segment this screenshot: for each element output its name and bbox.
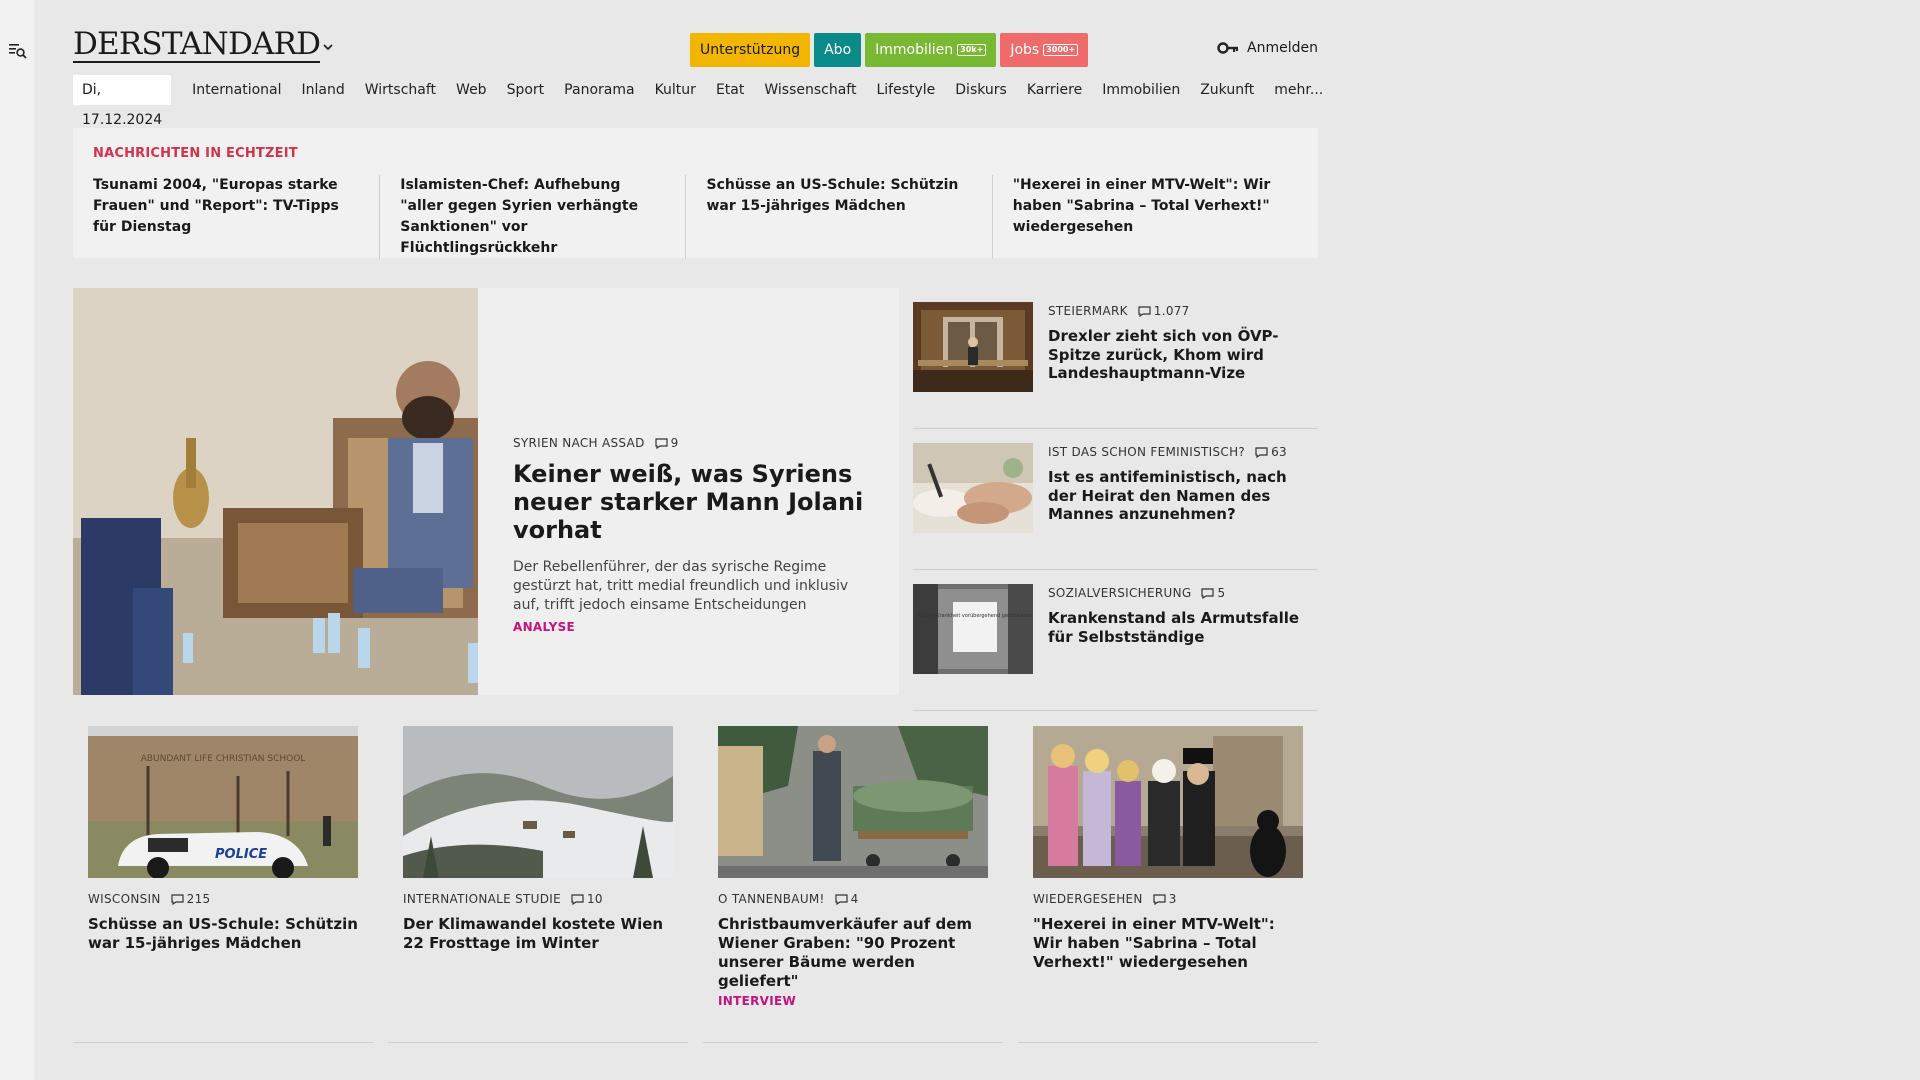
teaser-card[interactable]: WIEDERGESEHEN 3 "Hexerei in einer MTV-We… (1018, 715, 1318, 1045)
login-button[interactable]: Anmelden (1217, 40, 1318, 56)
comment-count: 5 (1201, 586, 1225, 600)
article-title[interactable]: Schüsse an US-Schule: Schützin war 15-jä… (88, 915, 358, 953)
article-title[interactable]: Drexler zieht sich von ÖVP-Spitze zurück… (1048, 327, 1318, 383)
comment-icon (1138, 305, 1151, 317)
article-description: Der Rebellenführer, der das syrische Reg… (513, 559, 849, 613)
sick-sign-text: Wegen Krankheit vorübergehend geschlosse… (918, 613, 1033, 619)
ticker-title: NACHRICHTEN IN ECHTZEIT (93, 146, 298, 161)
article-title[interactable]: Keiner weiß, was Syriens neuer starker M… (513, 460, 868, 544)
article-tag: ANALYSE (513, 620, 576, 634)
comment-icon (571, 893, 584, 905)
list-item[interactable]: STEIERMARK 1.077 Drexler zieht sich von … (913, 288, 1318, 429)
search-menu-icon[interactable] (9, 43, 27, 59)
header-buttons: Unterstützung Abo Immobilien 30k+ Jobs 300… (690, 33, 1089, 67)
ticker-item[interactable]: Islamisten-Chef: Aufhebung "aller gegen … (379, 175, 685, 259)
ticker-item[interactable]: Schüsse an US-Schule: Schützin war 15-jä… (685, 175, 991, 259)
jobs-badge: 3000+ (1043, 44, 1079, 56)
article-kicker: WISCONSIN 215 (88, 892, 211, 906)
comment-count: 9 (655, 436, 679, 450)
comment-icon (655, 437, 668, 449)
comment-count: 3 (1153, 892, 1177, 906)
real-estate-button[interactable]: Immobilien 30k+ (865, 33, 997, 67)
chevron-down-icon[interactable] (321, 42, 335, 52)
nav-item-inland[interactable]: Inland (292, 75, 355, 105)
article-thumbnail (1033, 726, 1303, 878)
article-thumbnail (913, 443, 1033, 533)
divider (73, 1042, 373, 1043)
list-item[interactable]: Wegen Krankheit vorübergehend geschlosse… (913, 570, 1318, 711)
article-kicker: O TANNENBAUM! 4 (718, 892, 859, 906)
nav-item-zukunft[interactable]: Zukunft (1190, 75, 1264, 105)
nav-item-karriere[interactable]: Karriere (1017, 75, 1092, 105)
nav-item-more[interactable]: mehr... (1264, 75, 1333, 105)
article-tag: INTERVIEW (718, 994, 797, 1008)
comment-count: 63 (1255, 445, 1287, 459)
article-kicker: WIEDERGESEHEN 3 (1033, 892, 1177, 906)
support-button[interactable]: Unterstützung (690, 33, 811, 67)
article-title[interactable]: Ist es antifeministisch, nach der Heirat… (1048, 468, 1318, 524)
divider (388, 1042, 688, 1043)
nav-item-panorama[interactable]: Panorama (554, 75, 644, 105)
article-kicker: SOZIALVERSICHERUNG 5 (1048, 586, 1226, 600)
comment-count: 215 (171, 892, 211, 906)
nav-item-wissenschaft[interactable]: Wissenschaft (754, 75, 866, 105)
divider (1018, 1042, 1318, 1043)
article-thumbnail (403, 726, 673, 878)
article-thumbnail (718, 726, 988, 878)
list-item[interactable]: IST DAS SCHON FEMINISTISCH? 63 Ist es an… (913, 429, 1318, 570)
ticker-item[interactable]: "Hexerei in einer MTV-Welt": Wir haben "… (991, 175, 1298, 259)
site-logo[interactable]: DERSTANDARD (73, 28, 321, 63)
comment-count: 4 (835, 892, 859, 906)
article-thumbnail: Wegen Krankheit vorübergehend geschlosse… (913, 584, 1033, 674)
left-sidebar-strip (0, 0, 34, 1080)
comment-icon (171, 893, 184, 905)
teaser-card[interactable]: INTERNATIONALE STUDIE 10 Der Klimawandel… (388, 715, 688, 1045)
article-kicker: SYRIEN NACH ASSAD 9 (513, 436, 679, 450)
comment-icon (1255, 446, 1268, 458)
divider (703, 1042, 1003, 1043)
login-label: Anmelden (1247, 40, 1318, 56)
lead-article[interactable]: SYRIEN NACH ASSAD 9 Keiner weiß, was Syr… (73, 288, 899, 695)
jobs-button[interactable]: Jobs 3000+ (1000, 33, 1089, 67)
article-title[interactable]: "Hexerei in einer MTV-Welt": Wir haben "… (1033, 915, 1303, 972)
key-icon (1217, 42, 1239, 54)
real-estate-badge: 30k+ (957, 44, 987, 56)
live-news-ticker: NACHRICHTEN IN ECHTZEIT Tsunami 2004, "E… (73, 128, 1318, 259)
teaser-card[interactable]: O TANNENBAUM! 4 Christbaumverkäufer auf … (703, 715, 1003, 1045)
main-nav: Di, 17.12.2024 International Inland Wirt… (73, 75, 1333, 128)
teaser-row: ABUNDANT LIFE CHRISTIAN SCHOOL POLICE WI… (73, 715, 1318, 1045)
article-thumbnail: ABUNDANT LIFE CHRISTIAN SCHOOL POLICE (88, 726, 358, 878)
nav-item-diskurs[interactable]: Diskurs (945, 75, 1017, 105)
nav-item-sport[interactable]: Sport (497, 75, 555, 105)
teaser-card[interactable]: ABUNDANT LIFE CHRISTIAN SCHOOL POLICE WI… (73, 715, 373, 1045)
nav-item-lifestyle[interactable]: Lifestyle (866, 75, 945, 105)
nav-item-kultur[interactable]: Kultur (645, 75, 706, 105)
nav-item-wirtschaft[interactable]: Wirtschaft (355, 75, 446, 105)
article-thumbnail (913, 302, 1033, 392)
article-kicker: INTERNATIONALE STUDIE 10 (403, 892, 603, 906)
subscription-button[interactable]: Abo (814, 33, 862, 67)
article-kicker: STEIERMARK 1.077 (1048, 304, 1190, 318)
article-kicker: IST DAS SCHON FEMINISTISCH? 63 (1048, 445, 1287, 459)
ticker-item[interactable]: Tsunami 2004, "Europas starke Frauen" un… (93, 175, 379, 259)
article-title[interactable]: Christbaumverkäufer auf dem Wiener Grabe… (718, 915, 988, 991)
comment-count: 1.077 (1138, 304, 1190, 318)
side-article-list: STEIERMARK 1.077 Drexler zieht sich von … (913, 288, 1318, 711)
article-title[interactable]: Der Klimawandel kostete Wien 22 Frosttag… (403, 915, 673, 953)
comment-icon (1153, 893, 1166, 905)
school-sign-text: ABUNDANT LIFE CHRISTIAN SCHOOL (141, 754, 306, 764)
comment-icon (835, 893, 848, 905)
police-car-text: POLICE (215, 847, 267, 862)
current-date: Di, 17.12.2024 (73, 75, 172, 128)
nav-item-web[interactable]: Web (446, 75, 497, 105)
nav-item-immobilien[interactable]: Immobilien (1092, 75, 1190, 105)
article-title[interactable]: Krankenstand als Armutsfalle für Selbsts… (1048, 609, 1318, 646)
nav-item-international[interactable]: International (182, 75, 291, 105)
page-content: DERSTANDARD Unterstützung Abo Immobilien… (73, 0, 1323, 1080)
lead-article-image (73, 288, 478, 695)
nav-item-etat[interactable]: Etat (706, 75, 754, 105)
comment-icon (1201, 587, 1215, 599)
comment-count: 10 (571, 892, 603, 906)
